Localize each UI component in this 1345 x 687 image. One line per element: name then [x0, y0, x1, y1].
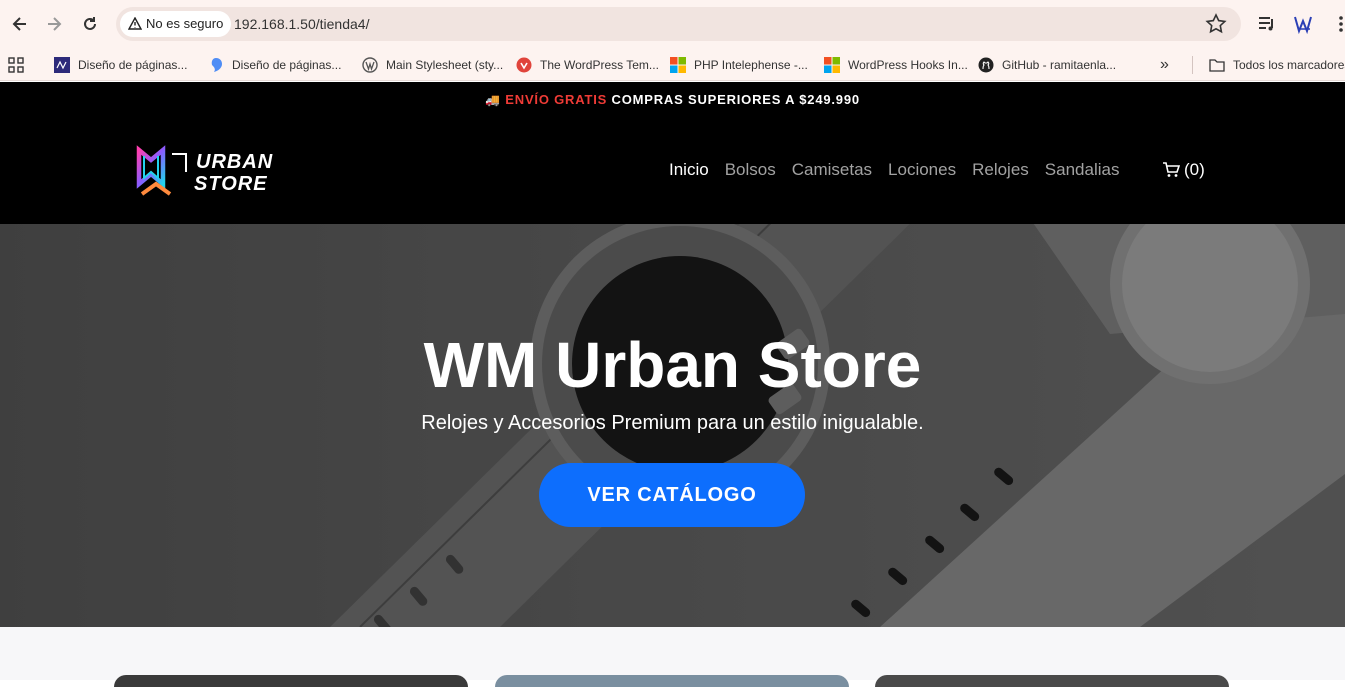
featured-section	[0, 627, 1345, 687]
hero-subtitle: Relojes y Accesorios Premium para un est…	[421, 412, 924, 434]
reload-icon	[84, 17, 96, 30]
apps-grid-icon	[8, 57, 24, 73]
bookmark-item[interactable]: Main Stylesheet (sty...	[362, 53, 503, 77]
blue-drop-icon	[211, 58, 222, 72]
bookmark-label: The WordPress Tem...	[540, 58, 659, 72]
bookmark-label: Diseño de páginas...	[232, 58, 342, 72]
bookmark-star-icon[interactable]	[1205, 13, 1227, 35]
url-text[interactable]: 192.168.1.50/tienda4/	[234, 7, 369, 41]
bookmark-label: Main Stylesheet (sty...	[386, 58, 504, 72]
back-button[interactable]	[8, 12, 32, 36]
forward-button[interactable]	[42, 12, 66, 36]
wordpress-icon	[362, 57, 378, 73]
folder-icon	[1209, 59, 1225, 72]
logo-text-bottom: STORE	[194, 173, 268, 195]
view-catalog-button[interactable]: VER CATÁLOGO	[539, 463, 805, 527]
promo-text: COMPRAS SUPERIORES A $249.990	[611, 92, 860, 107]
cart-count: (0)	[1184, 160, 1205, 179]
menu-dots-icon[interactable]	[1330, 13, 1345, 35]
main-menu: Inicio Bolsos Camisetas Lociones Relojes…	[669, 160, 1119, 180]
bookmark-label: PHP Intelephense -...	[694, 58, 808, 72]
menu-item-camisetas[interactable]: Camisetas	[792, 160, 872, 180]
bookmark-item[interactable]: PHP Intelephense -...	[670, 53, 808, 77]
menu-item-lociones[interactable]: Lociones	[888, 160, 956, 180]
urban-store-logo[interactable]: URBAN STORE	[136, 144, 276, 200]
arrow-right-icon	[48, 17, 62, 31]
bookmarks-bar: Diseño de páginas... Diseño de páginas..…	[0, 48, 1345, 81]
bookmark-item[interactable]: WordPress Hooks In...	[824, 53, 968, 77]
hero-title: WM Urban Store	[423, 329, 922, 401]
bookmark-item[interactable]: GitHub - ramitaenla...	[978, 53, 1116, 77]
cart-button[interactable]: (0)	[1162, 160, 1205, 180]
bookmark-label: GitHub - ramitaenla...	[1002, 58, 1117, 72]
hero-section: WM Urban Store Relojes y Accesorios Prem…	[0, 224, 1345, 627]
free-shipping-highlight: ENVÍO GRATIS	[505, 92, 608, 107]
apps-button[interactable]	[8, 53, 24, 77]
security-label: No es seguro	[146, 16, 224, 31]
bookmark-label: Diseño de páginas...	[78, 58, 188, 72]
site-favicon-icon	[54, 57, 70, 73]
security-chip[interactable]: No es seguro	[120, 11, 232, 37]
bookmark-item[interactable]: The WordPress Tem...	[516, 53, 659, 77]
microsoft-icon	[824, 57, 840, 73]
cart-icon	[1163, 162, 1180, 177]
logo-text-top: URBAN	[196, 151, 273, 173]
github-icon	[978, 57, 994, 73]
bookmarks-divider	[1192, 56, 1193, 74]
promo-bar: 🚚 ENVÍO GRATIS COMPRAS SUPERIORES A $249…	[0, 82, 1345, 118]
media-controls-icon[interactable]	[1256, 13, 1278, 35]
bookmark-label: WordPress Hooks In...	[848, 58, 968, 72]
warning-icon	[128, 17, 142, 30]
product-card[interactable]	[495, 675, 849, 687]
menu-item-inicio[interactable]: Inicio	[669, 160, 709, 180]
microsoft-icon	[670, 57, 686, 73]
bookmark-item[interactable]: Diseño de páginas...	[208, 53, 341, 77]
menu-item-relojes[interactable]: Relojes	[972, 160, 1029, 180]
address-bar[interactable]: No es seguro 192.168.1.50/tienda4/	[116, 7, 1241, 41]
menu-item-bolsos[interactable]: Bolsos	[725, 160, 776, 180]
browser-toolbar: No es seguro 192.168.1.50/tienda4/	[0, 0, 1345, 48]
more-bookmarks-button[interactable]: »	[1160, 53, 1169, 77]
reload-button[interactable]	[78, 12, 102, 36]
arrow-left-icon	[12, 17, 26, 31]
bookmark-item[interactable]: Diseño de páginas...	[54, 53, 187, 77]
product-card[interactable]	[875, 675, 1229, 687]
all-bookmarks-label: Todos los marcadores	[1233, 58, 1345, 72]
product-card[interactable]	[114, 675, 468, 687]
chevron-double-right-icon: »	[1160, 56, 1169, 73]
all-bookmarks-button[interactable]: Todos los marcadores	[1209, 53, 1345, 77]
extension-icon[interactable]	[1292, 13, 1314, 35]
red-circle-icon	[516, 57, 532, 73]
site-header: URBAN STORE Inicio Bolsos Camisetas Loci…	[0, 118, 1345, 224]
menu-item-sandalias[interactable]: Sandalias	[1045, 160, 1120, 180]
truck-icon: 🚚	[485, 93, 501, 107]
